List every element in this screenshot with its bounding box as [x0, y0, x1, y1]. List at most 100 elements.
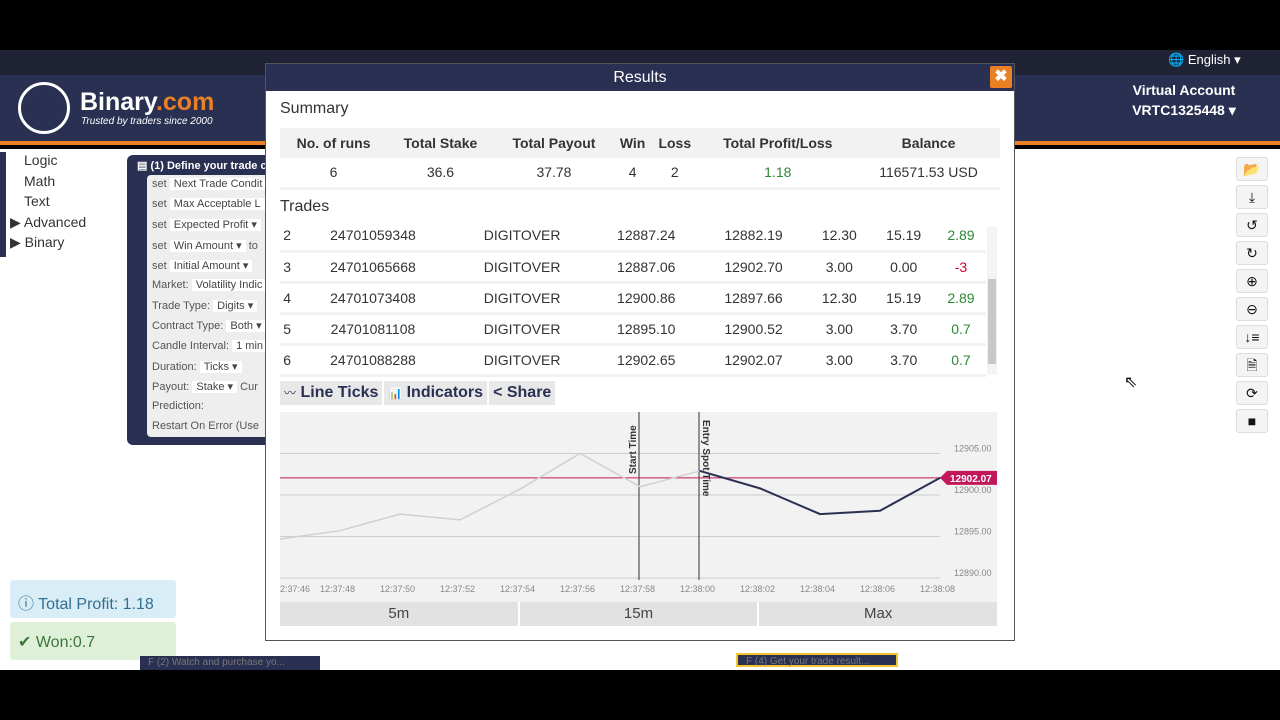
trade-cell: DIGITOVER: [451, 344, 593, 377]
data-point: [579, 452, 581, 455]
block-field[interactable]: Win Amount ▾: [169, 239, 246, 252]
trade-cell: 0.00: [871, 251, 936, 284]
watch-purchase-block[interactable]: F (2) Watch and purchase yo...: [140, 656, 320, 670]
trade-row: 6 24701088288 DIGITOVER 12902.65 12902.07 3.0…: [280, 344, 986, 377]
trades-heading: Trades: [280, 198, 330, 215]
block-row: Duration: Ticks ▾: [147, 357, 277, 377]
results-dialog: Results ✖ Summary No. of runs Total Stake…: [265, 63, 1015, 641]
summary-header: Total Profit/Loss: [698, 128, 858, 158]
toolbox-math[interactable]: Math: [6, 173, 102, 194]
block-label: Candle Interval:: [152, 339, 230, 352]
summary-header: Total Stake: [387, 128, 494, 158]
close-button[interactable]: ✖: [990, 66, 1012, 88]
trade-cell: 12902.70: [699, 251, 808, 284]
zoom-out-icon[interactable]: ⊖: [1236, 297, 1268, 321]
block-field[interactable]: Expected Profit ▾: [169, 219, 261, 232]
block-label: set: [152, 198, 167, 211]
marker-label: Entry Spot Time: [700, 420, 711, 497]
language-label: English: [1187, 52, 1231, 67]
summary-value: 116571.53 USD: [857, 158, 1000, 190]
indicators-button[interactable]: 📊 Indicators: [384, 381, 488, 405]
stop-icon[interactable]: ■: [1236, 409, 1268, 433]
x-tick-label: 12:37:52: [440, 584, 475, 594]
trade-cell: 12900.52: [699, 313, 808, 346]
account-menu[interactable]: Virtual Account VRTC1325448 ▾: [1120, 80, 1248, 120]
data-point: [639, 485, 641, 488]
range-15m[interactable]: 15m: [519, 602, 758, 626]
trade-definition-block[interactable]: ▤ (1) Define your trade c set Next Trade…: [127, 155, 277, 445]
range-max[interactable]: Max: [759, 602, 998, 626]
trade-row: 2 24701059348 DIGITOVER 12887.24 12882.19 12.…: [280, 220, 986, 253]
summary-header: Loss: [651, 128, 699, 158]
chart-type-button[interactable]: 〰 Line Ticks: [280, 381, 383, 405]
toolbox-text[interactable]: Text: [6, 193, 102, 214]
block-field[interactable]: Ticks ▾: [199, 360, 242, 373]
block-label: Duration:: [152, 360, 197, 373]
summary-value: 6: [280, 158, 388, 190]
block-label: Cur: [240, 380, 258, 393]
scroll-thumb[interactable]: [988, 279, 996, 364]
trade-cell: 24701088288: [294, 344, 452, 377]
trade-cell: 2: [280, 220, 295, 253]
trade-cell: 12902.65: [592, 344, 700, 377]
blockly-toolbox: Logic Math Text ▶ Advanced ▶ Binary: [0, 152, 102, 257]
block-field[interactable]: Digits ▾: [213, 300, 258, 313]
block-label: Market:: [152, 278, 189, 291]
trade-cell: 3.00: [807, 313, 872, 346]
block-row: set Expected Profit ▾: [147, 215, 277, 235]
tick-chart[interactable]: 12905.00 12900.00 12895.00 12890.00 2:37:46 1…: [279, 412, 997, 602]
trade-cell: 12897.66: [699, 282, 808, 315]
toolbox-logic[interactable]: Logic: [6, 152, 102, 173]
toolbox-advanced[interactable]: ▶ Advanced: [6, 214, 102, 235]
block-field[interactable]: 1 min: [232, 339, 268, 352]
open-folder-icon[interactable]: 📂: [1236, 157, 1268, 181]
trade-cell: 4: [280, 282, 295, 315]
block-label: set: [152, 219, 167, 232]
y-tick-label: 12890.00: [954, 568, 992, 578]
block-field[interactable]: Max Acceptable L: [169, 198, 265, 211]
summary-header: No. of runs: [280, 128, 388, 158]
binary-logo-icon[interactable]: [18, 82, 70, 134]
sort-icon[interactable]: ↓≡: [1236, 325, 1268, 349]
summary-header: Balance: [857, 128, 1000, 158]
block-row: Contract Type: Both ▾: [147, 316, 277, 336]
block-label: set: [152, 259, 167, 272]
redo-icon[interactable]: ↻: [1236, 241, 1268, 265]
block-field[interactable]: Initial Amount ▾: [169, 259, 253, 272]
block-row: set Max Acceptable L: [147, 195, 277, 215]
zoom-in-icon[interactable]: ⊕: [1236, 269, 1268, 293]
trade-result-block[interactable]: F (4) Get your trade result...: [736, 653, 898, 667]
block-row: Payout: Stake ▾ Cur: [147, 377, 277, 397]
language-selector[interactable]: 🌐 English ▾: [1168, 52, 1241, 68]
block-field[interactable]: Volatility Indic: [191, 278, 267, 291]
trade-cell: 12895.10: [592, 313, 700, 346]
log-icon[interactable]: 🗎: [1236, 353, 1268, 377]
x-tick-label: 12:38:04: [800, 584, 835, 594]
data-point: [339, 529, 341, 532]
trade-cell: 2.89: [935, 282, 986, 315]
data-point: [459, 519, 461, 521]
x-tick-label: 12:38:02: [740, 584, 775, 594]
block-row: Candle Interval: 1 min: [147, 337, 277, 357]
share-button[interactable]: < Share: [489, 381, 556, 405]
reset-icon[interactable]: ⟳: [1236, 381, 1268, 405]
account-id: VRTC1325448: [1132, 102, 1225, 118]
x-tick-label: 12:37:58: [620, 584, 655, 594]
block-label: set: [152, 178, 167, 190]
block-field[interactable]: Stake ▾: [192, 380, 238, 393]
block-field[interactable]: Both ▾: [226, 320, 266, 333]
toolbox-binary[interactable]: ▶ Binary: [6, 234, 102, 255]
trades-scrollbar[interactable]: [987, 227, 997, 375]
download-icon[interactable]: ⤓: [1236, 185, 1268, 209]
block-field[interactable]: Next Trade Condit: [169, 178, 267, 190]
x-tick-label: 12:37:48: [320, 584, 355, 594]
tagline: Trusted by traders since 2000: [81, 116, 213, 127]
block-row: Market: Volatility Indic: [147, 276, 277, 296]
trade-row: 4 24701073408 DIGITOVER 12900.86 12897.66 12.…: [280, 282, 986, 315]
block-label: Restart On Error (Use: [152, 420, 259, 433]
trade-cell: 12900.86: [592, 282, 700, 315]
trade-cell: 3: [280, 251, 295, 284]
range-5m[interactable]: 5m: [280, 602, 518, 626]
trade-cell: 24701073408: [294, 282, 452, 315]
undo-icon[interactable]: ↺: [1236, 213, 1268, 237]
